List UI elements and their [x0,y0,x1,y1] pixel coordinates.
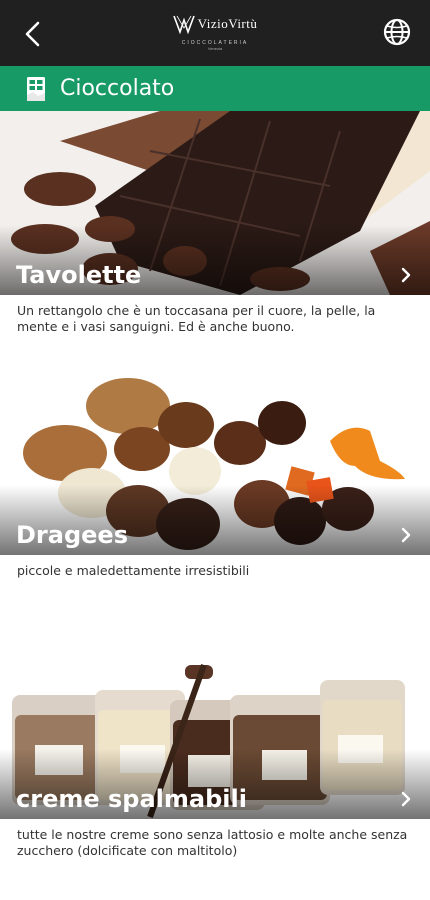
product-card-dragees[interactable]: Dragees piccole e maledettamente irresis… [0,371,430,635]
card-image[interactable]: creme spalmabili [0,635,430,819]
logo-mark-icon [172,15,195,34]
product-card-tavolette[interactable]: Tavolette Un rettangolo che è un toccasa… [0,111,430,371]
card-description: piccole e maledettamente irresistibili [17,563,250,578]
chocolate-bar-icon [27,76,45,101]
card-title: Tavolette [16,261,142,289]
logo-name: VizioVirtù [197,16,258,31]
chevron-right-icon[interactable] [400,267,412,283]
globe-icon[interactable] [382,17,412,47]
chevron-right-icon[interactable] [400,527,412,543]
card-description: tutte le nostre creme sono senza lattosi… [17,827,408,858]
card-image[interactable]: Dragees [0,371,430,555]
top-app-bar: VizioVirtù CIOCCOLATERIA Venezia [0,0,430,66]
brand-logo: VizioVirtù CIOCCOLATERIA Venezia [0,14,430,51]
product-card-creme-spalmabili[interactable]: creme spalmabili tutte le nostre creme s… [0,635,430,859]
card-description: Un rettangolo che è un toccasana per il … [17,303,376,334]
chevron-right-icon[interactable] [400,791,412,807]
card-title: creme spalmabili [16,785,247,813]
category-title: Cioccolato [60,76,175,101]
category-header: Cioccolato [0,66,430,111]
card-image[interactable]: Tavolette [0,111,430,295]
logo-city: Venezia [207,46,223,51]
card-title: Dragees [16,521,128,549]
